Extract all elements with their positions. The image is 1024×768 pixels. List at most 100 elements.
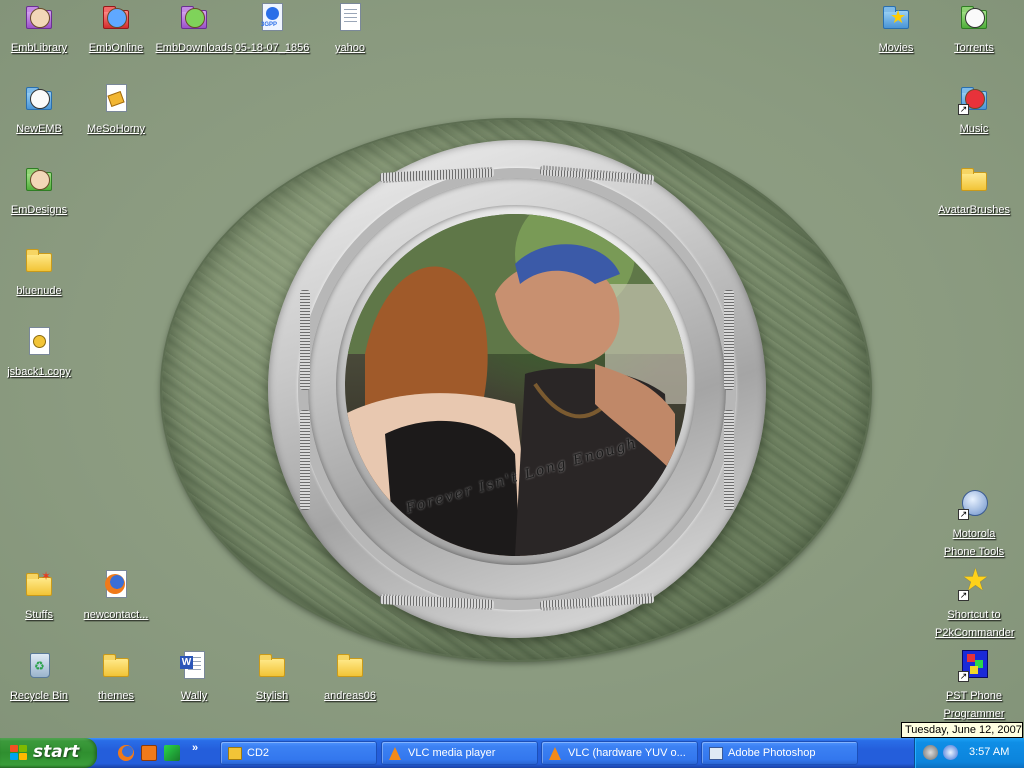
- file-badge: 3GPP: [261, 22, 278, 28]
- icon-label: Motorola: [952, 528, 996, 540]
- folder-icon: [334, 650, 366, 682]
- folder-icon: [23, 2, 55, 34]
- folder-icon: [958, 2, 990, 34]
- desktop-icon-newcontact[interactable]: newcontact...: [77, 569, 155, 623]
- desktop-icon-p2kcommander[interactable]: ★ ↗ Shortcut to P2kCommander: [935, 564, 1015, 641]
- folder-icon: [958, 164, 990, 196]
- desktop-icon-emblibrary[interactable]: EmbLibrary: [0, 2, 78, 56]
- icon-label: bluenude: [16, 285, 62, 297]
- icon-label: Stylish: [255, 690, 289, 702]
- desktop-icon-music[interactable]: ↗ Music: [935, 83, 1013, 137]
- wallpaper-groove-bar: [724, 290, 734, 390]
- task-button-cd2[interactable]: CD2: [220, 741, 377, 765]
- icon-label: Recycle Bin: [9, 690, 69, 702]
- icon-label: jsback1.copy: [7, 366, 71, 378]
- text-file-icon: [334, 2, 366, 34]
- desktop-icon-torrents[interactable]: Torrents: [935, 2, 1013, 56]
- icon-label: EmbDownloads: [155, 42, 233, 54]
- desktop[interactable]: Forever Isn't Long Enough EmbLibrary Emb…: [0, 0, 1024, 738]
- folder-icon: [23, 83, 55, 115]
- quick-launch-bar: »: [108, 742, 208, 764]
- icon-label: MeSoHorny: [86, 123, 146, 135]
- icon-label: Wally: [180, 690, 208, 702]
- task-label: VLC (hardware YUV o...: [568, 747, 686, 759]
- icon-label: Phone Tools: [943, 546, 1005, 558]
- desktop-icon-emdesigns[interactable]: EmDesigns: [0, 164, 78, 218]
- folder-icon: [178, 2, 210, 34]
- desktop-icon-mesohorny[interactable]: MeSoHorny: [77, 83, 155, 137]
- desktop-icon-jsback[interactable]: jsback1.copy: [0, 326, 78, 380]
- video-file-icon: 3GPP: [256, 2, 288, 34]
- pst-programmer-icon: ↗: [958, 650, 990, 682]
- desktop-icon-3gpp-file[interactable]: 3GPP 05-18-07_1856: [233, 2, 311, 56]
- icon-label: EmbOnline: [88, 42, 144, 54]
- folder-icon: [23, 164, 55, 196]
- desktop-icon-movies[interactable]: ★ Movies: [857, 2, 935, 56]
- icon-label: themes: [97, 690, 135, 702]
- wallpaper-groove-bar: [724, 410, 734, 510]
- recycle-bin-icon: ♻: [23, 650, 55, 682]
- desktop-icon-andreas06[interactable]: andreas06: [311, 650, 389, 704]
- desktop-icon-stuffs[interactable]: ✶ Stuffs: [0, 569, 78, 623]
- desktop-icon-yahoo[interactable]: yahoo: [311, 2, 389, 56]
- task-label: VLC media player: [408, 747, 496, 759]
- folder-icon: ✶: [23, 569, 55, 601]
- icon-label: NewEMB: [16, 123, 62, 135]
- desktop-icon-avatarbrushes[interactable]: AvatarBrushes: [935, 164, 1013, 218]
- folder-icon: [100, 2, 132, 34]
- quick-launch-more-chevron[interactable]: »: [192, 742, 198, 754]
- desktop-icon-pst-phone-programmer[interactable]: ↗ PST Phone Programmer: [935, 650, 1013, 722]
- tray-clock[interactable]: 3:57 AM: [969, 746, 1009, 758]
- clock-date-tooltip: Tuesday, June 12, 2007: [901, 722, 1023, 738]
- icon-label: Torrents: [954, 42, 994, 54]
- tray-network-icon[interactable]: [943, 745, 958, 760]
- task-label: CD2: [247, 747, 270, 759]
- word-document-icon: W: [178, 650, 210, 682]
- icon-label: andreas06: [324, 690, 376, 702]
- task-label: Adobe Photoshop: [728, 747, 816, 759]
- icon-label: P2kCommander: [935, 627, 1015, 639]
- system-tray: 3:57 AM: [914, 738, 1024, 768]
- task-button-vlc-player[interactable]: VLC media player: [381, 741, 538, 765]
- network-icon[interactable]: [164, 745, 180, 761]
- icon-label: Shortcut to: [947, 609, 1001, 621]
- wallpaper-groove-bar: [300, 410, 310, 510]
- icon-label: Movies: [878, 42, 914, 54]
- desktop-icon-wally[interactable]: W Wally: [155, 650, 233, 704]
- file-icon: [23, 326, 55, 358]
- icon-label: PST Phone: [945, 690, 1003, 702]
- icon-label: EmbLibrary: [10, 42, 68, 54]
- firefox-file-icon: [100, 569, 132, 601]
- taskbar[interactable]: start » CD2 VLC media player VLC (hardwa…: [0, 738, 1024, 768]
- vlc-cone-icon: [549, 747, 561, 760]
- folder-icon: ★: [880, 2, 912, 34]
- desktop-icon-emblonline[interactable]: EmbOnline: [77, 2, 155, 56]
- desktop-icon-stylish[interactable]: Stylish: [233, 650, 311, 704]
- firefox-icon[interactable]: [118, 745, 134, 761]
- start-button[interactable]: start: [0, 738, 97, 768]
- folder-icon: ↗: [958, 83, 990, 115]
- tray-app-icon[interactable]: [923, 745, 938, 760]
- wallpaper-groove-bar: [300, 290, 310, 390]
- star-shortcut-icon: ★ ↗: [958, 564, 989, 601]
- folder-icon: [100, 650, 132, 682]
- desktop-icon-recycle-bin[interactable]: ♻ Recycle Bin: [0, 650, 78, 704]
- desktop-icon-embdownloads[interactable]: EmbDownloads: [155, 2, 233, 56]
- icon-label: newcontact...: [83, 609, 149, 621]
- icon-label: Stuffs: [25, 609, 53, 621]
- vlc-cone-icon: [389, 747, 401, 760]
- desktop-icon-newemb[interactable]: NewEMB: [0, 83, 78, 137]
- desktop-icon-bluenude[interactable]: bluenude: [0, 245, 78, 299]
- mail-icon[interactable]: [141, 745, 157, 761]
- folder-icon: [23, 245, 55, 277]
- icon-label: Music: [959, 123, 989, 135]
- start-label: start: [33, 742, 80, 762]
- icon-label: yahoo: [335, 42, 365, 54]
- image-file-icon: [100, 83, 132, 115]
- icon-label: 05-18-07_1856: [234, 42, 310, 54]
- shortcut-arrow-icon: ↗: [958, 671, 969, 682]
- desktop-icon-motorola-phone-tools[interactable]: ↗ Motorola Phone Tools: [935, 488, 1013, 560]
- task-button-vlc-hardware[interactable]: VLC (hardware YUV o...: [541, 741, 698, 765]
- task-button-photoshop[interactable]: Adobe Photoshop: [701, 741, 858, 765]
- desktop-icon-themes[interactable]: themes: [77, 650, 155, 704]
